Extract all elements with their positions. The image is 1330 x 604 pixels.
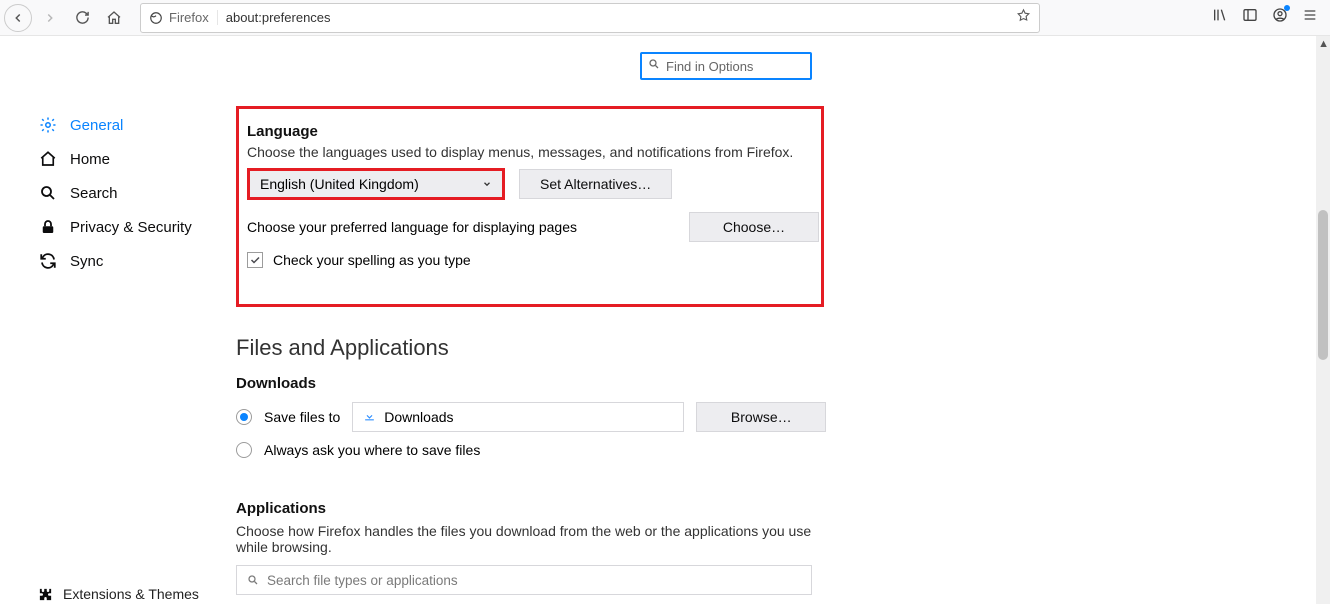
options-search-input[interactable]: Find in Options [640, 52, 812, 80]
sidebar-item-label: Sync [70, 253, 103, 270]
forward-button[interactable] [36, 4, 64, 32]
gear-icon [38, 116, 58, 134]
search-icon [38, 184, 58, 202]
sidebar-toggle-icon[interactable] [1242, 7, 1258, 28]
lock-icon [38, 218, 58, 236]
set-alternatives-button[interactable]: Set Alternatives… [519, 169, 672, 199]
toolbar-right-icons [1212, 7, 1326, 28]
identity-box[interactable]: Firefox [149, 10, 218, 25]
scrollbar-thumb[interactable] [1318, 210, 1328, 360]
language-selected-value: English (United Kingdom) [260, 176, 419, 192]
sidebar-item-label: General [70, 117, 123, 134]
identity-label: Firefox [169, 10, 209, 25]
sidebar-item-sync[interactable]: Sync [0, 244, 218, 278]
reload-button[interactable] [68, 4, 96, 32]
library-icon[interactable] [1212, 7, 1228, 28]
applications-search-input[interactable]: Search file types or applications [236, 565, 812, 595]
sync-icon [38, 252, 58, 270]
language-section-highlight: Language Choose the languages used to di… [236, 106, 824, 307]
sidebar-item-label: Privacy & Security [70, 219, 192, 236]
save-to-radio[interactable] [236, 409, 252, 425]
home-icon [38, 150, 58, 168]
applications-desc: Choose how Firefox handles the files you… [236, 523, 812, 555]
preferences-sidebar: General Home Search Privacy & Security S… [0, 36, 218, 604]
downloads-path-value: Downloads [384, 409, 453, 425]
puzzle-icon [38, 587, 53, 602]
language-desc: Choose the languages used to display men… [247, 144, 813, 160]
downloads-path-field[interactable]: Downloads [352, 402, 684, 432]
spellcheck-label: Check your spelling as you type [273, 252, 471, 268]
downloads-heading: Downloads [236, 375, 1330, 392]
search-icon [247, 574, 259, 586]
save-to-label: Save files to [264, 409, 340, 425]
account-icon[interactable] [1272, 7, 1288, 28]
sidebar-item-general[interactable]: General [0, 108, 218, 142]
always-ask-label: Always ask you where to save files [264, 442, 480, 458]
check-icon [249, 254, 261, 266]
choose-language-button[interactable]: Choose… [689, 212, 819, 242]
applications-heading: Applications [236, 500, 1330, 517]
search-placeholder: Find in Options [666, 59, 753, 74]
pref-lang-desc: Choose your preferred language for displ… [247, 219, 577, 235]
url-bar[interactable]: Firefox about:preferences [140, 3, 1040, 33]
sidebar-item-home[interactable]: Home [0, 142, 218, 176]
firefox-icon [149, 11, 163, 25]
browse-button[interactable]: Browse… [696, 402, 826, 432]
files-heading: Files and Applications [236, 335, 1330, 361]
sidebar-item-search[interactable]: Search [0, 176, 218, 210]
bookmark-star-icon[interactable] [1016, 8, 1031, 28]
menu-icon[interactable] [1302, 7, 1318, 28]
sidebar-item-label: Home [70, 151, 110, 168]
sidebar-item-label: Search [70, 185, 118, 202]
browser-toolbar: Firefox about:preferences [0, 0, 1330, 36]
spellcheck-checkbox[interactable] [247, 252, 263, 268]
scroll-up-arrow-icon[interactable]: ▲ [1318, 38, 1329, 50]
chevron-down-icon [482, 179, 492, 189]
always-ask-radio[interactable] [236, 442, 252, 458]
url-text: about:preferences [218, 10, 1016, 25]
back-button[interactable] [4, 4, 32, 32]
language-heading: Language [247, 123, 813, 140]
download-arrow-icon [363, 409, 376, 425]
sidebar-item-privacy[interactable]: Privacy & Security [0, 210, 218, 244]
sidebar-extensions-link[interactable]: Extensions & Themes [38, 586, 199, 602]
home-button[interactable] [100, 4, 128, 32]
applications-search-placeholder: Search file types or applications [267, 573, 458, 588]
language-dropdown[interactable]: English (United Kingdom) [247, 168, 505, 200]
preferences-content: Find in Options Language Choose the lang… [218, 36, 1330, 604]
sidebar-footer-label: Extensions & Themes [63, 586, 199, 602]
search-icon [648, 57, 660, 75]
